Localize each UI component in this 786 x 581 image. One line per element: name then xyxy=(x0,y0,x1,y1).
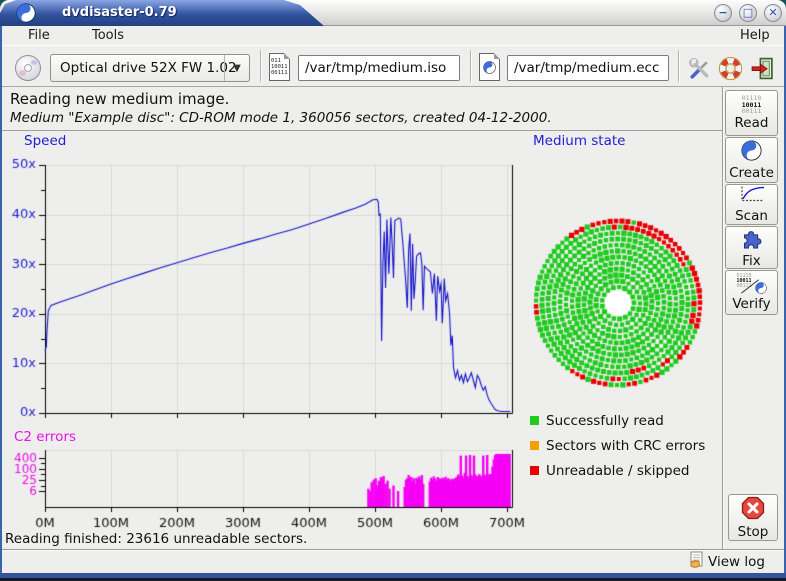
preferences-tools-icon[interactable] xyxy=(685,54,713,82)
fix-button[interactable]: Fix xyxy=(725,226,778,269)
medium-state-disc-map xyxy=(528,131,722,403)
legend-color-orange xyxy=(530,441,539,450)
legend-item-read: Successfully read xyxy=(530,408,720,433)
dropdown-arrow-icon: ▼ xyxy=(224,55,249,81)
ecc-path-input[interactable] xyxy=(507,55,669,81)
window-title: dvdisaster-0.79 xyxy=(62,5,177,20)
verify-button[interactable]: 011101001100111 Verify xyxy=(725,270,778,315)
log-document-hand-icon xyxy=(688,551,705,573)
legend-item-unreadable: Unreadable / skipped xyxy=(530,458,720,483)
c2-errors-bar-chart xyxy=(0,431,528,531)
divider xyxy=(2,549,784,551)
action-title: Reading new medium image. xyxy=(10,90,229,108)
iso-file-icon: 0111001100111 xyxy=(269,53,290,81)
toolbar-separator xyxy=(678,50,680,82)
app-yin-yang-icon xyxy=(16,3,36,27)
create-button[interactable]: Create xyxy=(725,137,778,183)
disc-hole xyxy=(24,64,32,72)
status-message: Reading finished: 23616 unreadable secto… xyxy=(5,531,307,547)
close-button[interactable]: ✕ xyxy=(764,4,782,22)
medium-state-legend: Successfully read Sectors with CRC error… xyxy=(530,408,720,483)
mini-yin-yang-icon xyxy=(755,279,767,298)
iso-path-input[interactable] xyxy=(298,55,460,81)
legend-item-crc: Sectors with CRC errors xyxy=(530,433,720,458)
help-lifebuoy-icon[interactable] xyxy=(716,54,744,82)
stop-octagon-icon xyxy=(741,496,765,524)
toolbar-separator xyxy=(470,50,472,82)
legend-color-red xyxy=(530,466,539,475)
maximize-button[interactable]: □ xyxy=(739,4,757,22)
drive-selector-value: Optical drive 52X FW 1.02 xyxy=(51,60,237,76)
yin-yang-icon xyxy=(741,140,762,165)
ecc-file-icon xyxy=(479,53,500,81)
view-log-button[interactable]: View log xyxy=(688,552,765,572)
sidebar-divider xyxy=(722,87,724,549)
verify-compare-icon: 011101001100111 xyxy=(737,274,767,296)
binary-rows-icon: 011101001100111 xyxy=(742,95,762,115)
optical-disc-icon xyxy=(15,55,41,81)
stop-button[interactable]: Stop xyxy=(728,494,778,541)
application-window: dvdisaster-0.79 − □ ✕ File Tools Help Op… xyxy=(0,0,786,581)
disc-reflection xyxy=(31,60,37,65)
minimize-button[interactable]: − xyxy=(714,4,732,22)
drive-selector-dropdown[interactable]: Optical drive 52X FW 1.02 ▼ xyxy=(50,54,250,82)
toolbar: Optical drive 52X FW 1.02 ▼ 011100110011… xyxy=(2,45,784,87)
status-header: Reading new medium image. Medium "Exampl… xyxy=(2,87,722,131)
medium-info: Medium "Example disc": CD-ROM mode 1, 36… xyxy=(10,110,552,126)
toolbar-separator xyxy=(260,50,262,82)
speed-line-chart xyxy=(0,131,528,431)
scan-button[interactable]: Scan xyxy=(725,184,778,225)
menu-bar: File Tools Help xyxy=(2,26,784,45)
read-button[interactable]: 011101001100111 Read xyxy=(725,90,778,136)
scan-curve-icon xyxy=(738,185,766,208)
view-log-label: View log xyxy=(708,554,765,570)
menu-file[interactable]: File xyxy=(24,27,54,44)
legend-color-green xyxy=(530,416,539,425)
puzzle-piece-icon xyxy=(740,226,763,253)
menu-help[interactable]: Help xyxy=(736,27,774,44)
page-fold xyxy=(494,53,500,59)
quit-exit-icon[interactable] xyxy=(748,54,776,82)
menu-tools[interactable]: Tools xyxy=(88,27,128,44)
